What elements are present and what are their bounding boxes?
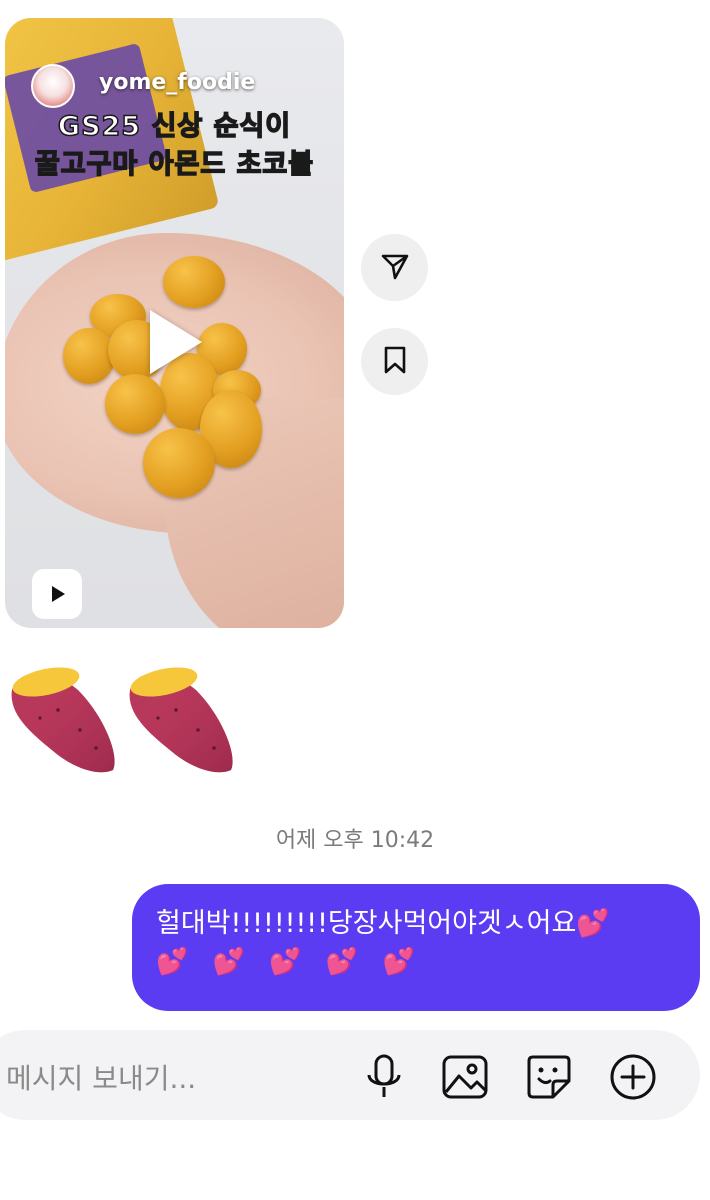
reel-author-avatar[interactable] [31,64,75,108]
reel-caption-line1: GS25 신상 순식이 [57,110,292,143]
choco-ball [63,328,115,384]
share-button[interactable] [361,234,428,301]
bookmark-icon [380,344,410,380]
sent-message-bubble[interactable]: 헐대박!!!!!!!!!당장사먹어야겟ㅅ어요💕 💕 💕 💕 💕 💕 [132,884,700,1011]
microphone-icon[interactable] [359,1052,409,1102]
sweet-potato-emoji [8,660,120,779]
shared-reel-card[interactable]: yome_foodie GS25 신상 순식이 꿀고구마 아몬드 초코볼 [5,18,344,628]
reels-play-icon [32,569,82,619]
sent-message-text: 헐대박!!!!!!!!!당장사먹어야겟ㅅ어요💕 [156,908,610,939]
choco-ball [163,256,225,308]
choco-ball [105,374,165,434]
sweet-potato-emoji [126,660,238,779]
play-icon[interactable] [150,310,202,374]
reel-author-username[interactable]: yome_foodie [99,70,255,95]
sent-message-hearts: 💕 💕 💕 💕 💕 [156,947,423,977]
message-input[interactable]: 메시지 보내기... [6,1057,196,1097]
sticker-icon[interactable] [524,1052,574,1102]
choco-ball [143,428,215,498]
plus-circle-icon[interactable] [608,1052,658,1102]
message-timestamp: 어제 오후 10:42 [275,828,435,853]
paper-plane-icon [379,250,411,286]
message-composer[interactable]: 메시지 보내기... [0,1030,700,1120]
reel-caption-line2: 꿀고구마 아몬드 초코볼 [34,148,315,181]
save-button[interactable] [361,328,428,395]
image-icon[interactable] [440,1052,490,1102]
